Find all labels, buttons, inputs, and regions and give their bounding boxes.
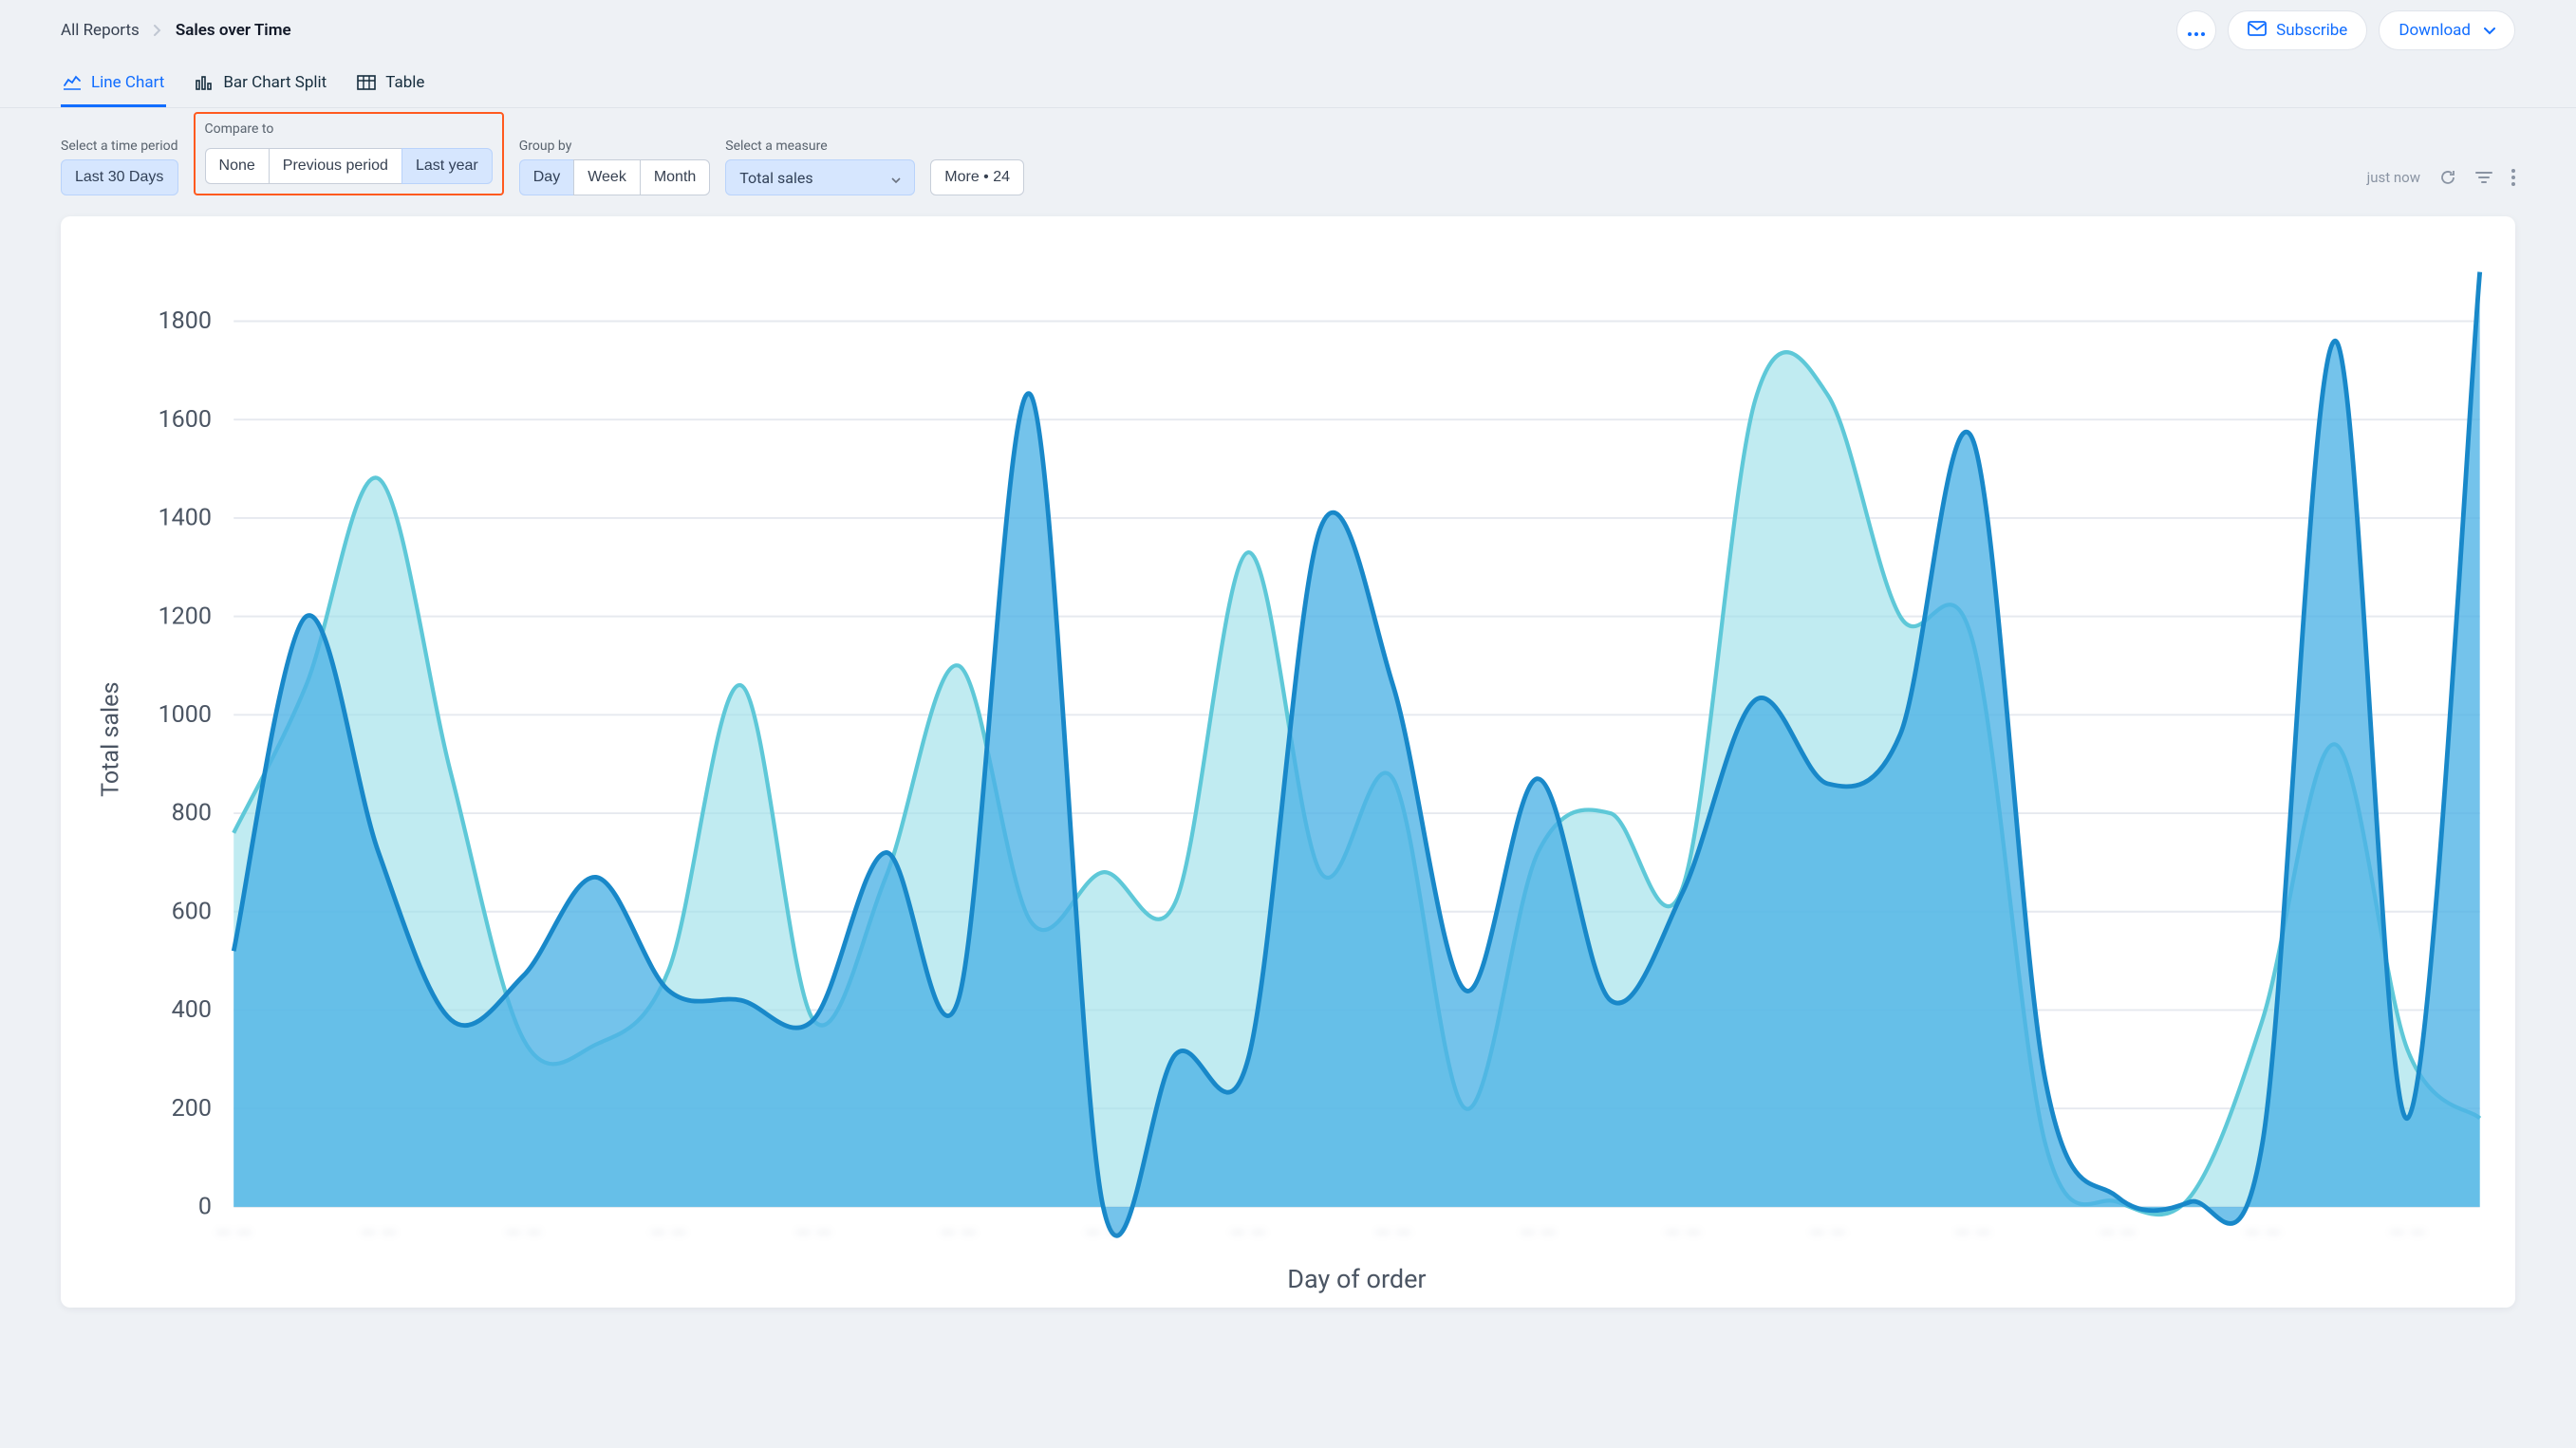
measure-value: Total sales	[739, 169, 812, 187]
header-actions: Subscribe Download	[2176, 10, 2515, 50]
breadcrumb: All Reports Sales over Time	[61, 21, 291, 40]
tab-label: Table	[385, 73, 424, 92]
view-tabs: Line Chart Bar Chart Split Table	[0, 61, 2576, 108]
compare-option-previous[interactable]: Previous period	[269, 148, 401, 184]
download-label: Download	[2399, 21, 2471, 40]
meta-controls: just now	[2367, 159, 2515, 195]
svg-text:— —: — —	[1520, 1222, 1556, 1246]
tab-label: Bar Chart Split	[223, 73, 327, 92]
svg-text:800: 800	[172, 800, 212, 827]
controls-row: Select a time period Last 30 Days Compar…	[0, 108, 2576, 195]
measure-select[interactable]: Total sales	[725, 159, 915, 195]
breadcrumb-root[interactable]: All Reports	[61, 21, 140, 40]
group-by-group: Group by Day Week Month	[519, 139, 711, 195]
tab-label: Line Chart	[91, 73, 164, 92]
chevron-down-icon	[2484, 21, 2495, 40]
caret-down-icon	[891, 169, 901, 187]
chevron-right-icon	[153, 22, 162, 40]
compare-option-last-year[interactable]: Last year	[401, 148, 493, 184]
subscribe-button[interactable]: Subscribe	[2228, 10, 2367, 50]
svg-text:1400: 1400	[159, 505, 212, 532]
svg-text:1000: 1000	[159, 701, 212, 729]
chart-card: 0 200 400 600 800 1000 1200 1400 1600 1800 — — — — —…	[61, 216, 2515, 1308]
page-header: All Reports Sales over Time Subscribe Do…	[0, 0, 2576, 61]
bar-chart-icon	[195, 75, 214, 90]
time-period-button[interactable]: Last 30 Days	[61, 159, 178, 195]
time-period-label: Select a time period	[61, 139, 178, 154]
filter-icon[interactable]	[2475, 171, 2492, 184]
svg-text:Day of order: Day of order	[1287, 1264, 1426, 1294]
tab-table[interactable]: Table	[355, 61, 426, 107]
group-by-week[interactable]: Week	[573, 159, 640, 195]
group-by-label: Group by	[519, 139, 711, 154]
measure-group: Select a measure Total sales	[725, 139, 915, 195]
svg-text:— —: — —	[215, 1222, 252, 1246]
compare-to-group: Compare to None Previous period Last yea…	[194, 112, 504, 195]
group-by-day[interactable]: Day	[519, 159, 573, 195]
svg-text:400: 400	[172, 996, 212, 1024]
svg-text:— —: — —	[1085, 1222, 1121, 1246]
updated-text: just now	[2367, 169, 2420, 186]
more-filters-label: More • 24	[944, 169, 1010, 186]
svg-text:— —: — —	[1809, 1222, 1845, 1246]
download-button[interactable]: Download	[2379, 10, 2515, 50]
measure-label: Select a measure	[725, 139, 915, 154]
svg-text:1200: 1200	[159, 603, 212, 630]
group-by-month[interactable]: Month	[640, 159, 710, 195]
svg-text:— —: — —	[2389, 1222, 2425, 1246]
svg-text:1600: 1600	[159, 406, 212, 434]
more-filters-group: More • 24	[930, 139, 1024, 195]
svg-text:— —: — —	[361, 1222, 397, 1246]
kebab-icon[interactable]	[2511, 169, 2515, 186]
svg-text:— —: — —	[1230, 1222, 1266, 1246]
table-icon	[357, 75, 376, 90]
svg-text:— —: — —	[505, 1222, 541, 1246]
svg-text:200: 200	[172, 1095, 212, 1123]
svg-text:0: 0	[198, 1194, 212, 1221]
svg-text:— —: — —	[650, 1222, 686, 1246]
subscribe-label: Subscribe	[2276, 21, 2347, 40]
time-period-value: Last 30 Days	[75, 169, 163, 186]
svg-text:— —: — —	[2100, 1222, 2136, 1246]
mail-icon	[2248, 21, 2267, 41]
line-chart-icon	[63, 75, 82, 90]
tab-line-chart[interactable]: Line Chart	[61, 61, 166, 107]
breadcrumb-current: Sales over Time	[176, 21, 291, 40]
svg-text:1800: 1800	[159, 307, 212, 335]
svg-text:600: 600	[172, 898, 212, 925]
svg-text:— —: — —	[1954, 1222, 1990, 1246]
svg-text:— —: — —	[1665, 1222, 1701, 1246]
more-filters-button[interactable]: More • 24	[930, 159, 1024, 195]
dots-icon	[2188, 22, 2205, 40]
more-actions-button[interactable]	[2176, 10, 2216, 50]
svg-text:— —: — —	[795, 1222, 831, 1246]
svg-text:— —: — —	[2244, 1222, 2280, 1246]
compare-to-segmented: None Previous period Last year	[205, 148, 493, 184]
svg-text:Total sales: Total sales	[98, 682, 125, 797]
time-period-group: Select a time period Last 30 Days	[61, 139, 178, 195]
compare-option-none[interactable]: None	[205, 148, 269, 184]
group-by-segmented: Day Week Month	[519, 159, 711, 195]
svg-text:— —: — —	[940, 1222, 976, 1246]
refresh-icon[interactable]	[2439, 169, 2456, 186]
tab-bar-chart-split[interactable]: Bar Chart Split	[193, 61, 328, 107]
svg-text:— —: — —	[1374, 1222, 1410, 1246]
compare-to-label: Compare to	[205, 121, 493, 137]
sales-chart: 0 200 400 600 800 1000 1200 1400 1600 1800 — — — — —…	[78, 235, 2498, 1298]
